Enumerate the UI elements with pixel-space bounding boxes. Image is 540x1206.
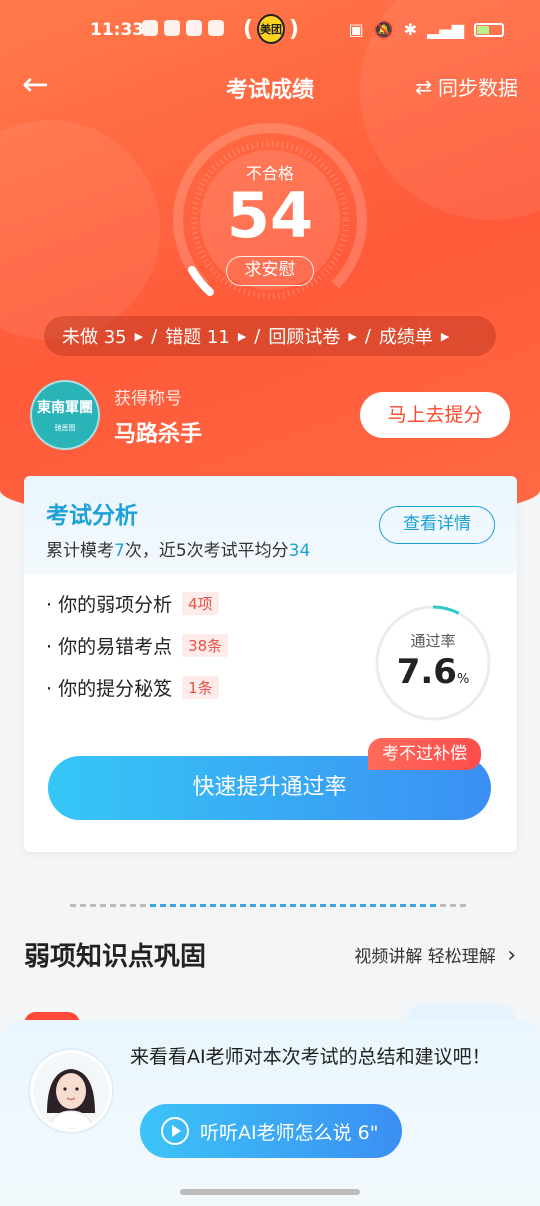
caret-right-icon: ▶ bbox=[440, 329, 450, 343]
item-count-tag: 1条 bbox=[182, 676, 219, 699]
quicklink-report[interactable]: 成绩单 ▶ bbox=[379, 323, 449, 349]
caret-right-icon: ▶ bbox=[237, 329, 247, 343]
separator: / bbox=[364, 325, 371, 347]
section-divider bbox=[70, 904, 470, 907]
item-label: · 你的易错考点 bbox=[46, 636, 173, 658]
ai-listen-button[interactable]: 听听AI老师怎么说 6" bbox=[140, 1104, 402, 1158]
quicklink-undone[interactable]: 未做 35 ▶ bbox=[62, 323, 143, 349]
title-label: 获得称号 bbox=[114, 389, 182, 409]
badge-logo-sub: 驰思图 bbox=[54, 424, 76, 432]
summary-mid: 次，近5次考试平均分 bbox=[124, 541, 289, 561]
nav-bar: ← 考试成绩 ⇄ 同步数据 bbox=[0, 60, 540, 110]
mock-count: 7 bbox=[114, 541, 125, 561]
divider-highlight bbox=[150, 904, 440, 907]
pass-rate-unit: % bbox=[456, 672, 470, 687]
score-tips-item[interactable]: · 你的提分秘笈 1条 bbox=[46, 674, 219, 701]
item-count-tag: 4项 bbox=[182, 592, 219, 615]
mute-icon: 🔕 bbox=[373, 20, 394, 39]
badge-logo-text: 東南軍團 bbox=[37, 400, 93, 416]
analysis-summary: 累计模考7次，近5次考试平均分34 bbox=[46, 536, 310, 561]
sync-icon: ⇄ bbox=[415, 74, 432, 99]
exam-analysis-card: 考试分析 累计模考7次，近5次考试平均分34 查看详情 · 你的弱项分析 4项 … bbox=[24, 476, 517, 852]
wechat-icon bbox=[142, 20, 158, 36]
video-explain-link[interactable]: 视频讲解 轻松理解 › bbox=[354, 942, 516, 968]
sync-data-button[interactable]: ⇄ 同步数据 bbox=[415, 72, 518, 101]
play-circle-icon bbox=[161, 1117, 189, 1145]
status-time: 11:33 bbox=[90, 20, 145, 40]
summary-prefix: 累计模考 bbox=[46, 541, 114, 561]
app-icon bbox=[186, 20, 202, 36]
compensation-badge: 考不过补偿 bbox=[368, 738, 481, 770]
quicklink-label: 未做 35 bbox=[62, 327, 127, 348]
ai-teacher-avatar bbox=[30, 1050, 112, 1132]
quick-links-bar: 未做 35 ▶ / 错题 11 ▶ / 回顾试卷 ▶ / 成绩单 ▶ bbox=[44, 316, 496, 356]
status-right-icons: ▣ 🔕 ✱ ▂▄▆ bbox=[349, 20, 504, 39]
separator: / bbox=[151, 325, 158, 347]
separator: / bbox=[254, 325, 261, 347]
quicklink-label: 成绩单 bbox=[378, 327, 433, 348]
avg-score: 34 bbox=[288, 541, 311, 561]
weak-points-title: 弱项知识点巩固 bbox=[24, 942, 207, 972]
quicklink-wrong[interactable]: 错题 11 ▶ bbox=[165, 323, 246, 349]
ai-listen-label: 听听AI老师怎么说 6" bbox=[200, 1121, 379, 1144]
caret-right-icon: ▶ bbox=[348, 329, 357, 343]
sync-label: 同步数据 bbox=[438, 76, 518, 100]
title-badge-logo: 東南軍團 驰思图 bbox=[30, 380, 100, 450]
error-prone-item[interactable]: · 你的易错考点 38条 bbox=[46, 632, 229, 659]
ai-teacher-panel: 来看看AI老师对本次考试的总结和建议吧！ 听听AI老师怎么说 6" bbox=[0, 1020, 540, 1206]
analysis-title: 考试分析 bbox=[46, 503, 138, 529]
improve-score-button[interactable]: 马上去提分 bbox=[360, 392, 510, 438]
title-value: 马路杀手 bbox=[114, 422, 203, 447]
chevron-right-icon: › bbox=[507, 943, 516, 968]
ai-message: 来看看AI老师对本次考试的总结和建议吧！ bbox=[130, 1046, 491, 1068]
meituan-icon: 美团 bbox=[257, 14, 285, 44]
decor-blob bbox=[0, 120, 160, 340]
nfc-icon: ▣ bbox=[348, 20, 364, 39]
item-label: · 你的弱项分析 bbox=[46, 594, 173, 616]
pass-rate-number: 7.6 bbox=[396, 652, 457, 692]
meituan-capsule[interactable]: (美团) bbox=[243, 12, 299, 46]
comfort-button[interactable]: 求安慰 bbox=[226, 256, 314, 286]
status-app-icons bbox=[142, 20, 224, 36]
status-bar: 11:33 (美团) ▣ 🔕 ✱ ▂▄▆ bbox=[0, 0, 540, 60]
quicklink-review[interactable]: 回顾试卷 ▶ bbox=[268, 323, 356, 349]
pass-rate-ring: 通过率 7.6% bbox=[374, 604, 492, 722]
bluetooth-icon: ✱ bbox=[403, 20, 418, 39]
score-value: 54 bbox=[226, 179, 314, 252]
video-link-label: 视频讲解 轻松理解 bbox=[354, 947, 496, 967]
item-count-tag: 38条 bbox=[182, 634, 229, 657]
view-details-button[interactable]: 查看详情 bbox=[379, 506, 495, 544]
battery-icon bbox=[474, 22, 504, 37]
home-indicator[interactable] bbox=[180, 1189, 360, 1195]
signal-icon: ▂▄▆ bbox=[427, 20, 464, 39]
pass-rate-value: 7.6% bbox=[374, 652, 492, 692]
teacher-portrait bbox=[33, 1053, 109, 1129]
app-icon bbox=[208, 20, 224, 36]
pass-rate-label: 通过率 bbox=[410, 632, 456, 650]
weakness-analysis-item[interactable]: · 你的弱项分析 4项 bbox=[46, 590, 219, 617]
score-gauge: 不合格 54 求安慰 bbox=[170, 120, 370, 320]
app-icon bbox=[164, 20, 180, 36]
quicklink-label: 错题 11 bbox=[165, 327, 230, 348]
quicklink-label: 回顾试卷 bbox=[268, 327, 341, 348]
item-label: · 你的提分秘笈 bbox=[46, 678, 173, 700]
caret-right-icon: ▶ bbox=[134, 329, 144, 343]
